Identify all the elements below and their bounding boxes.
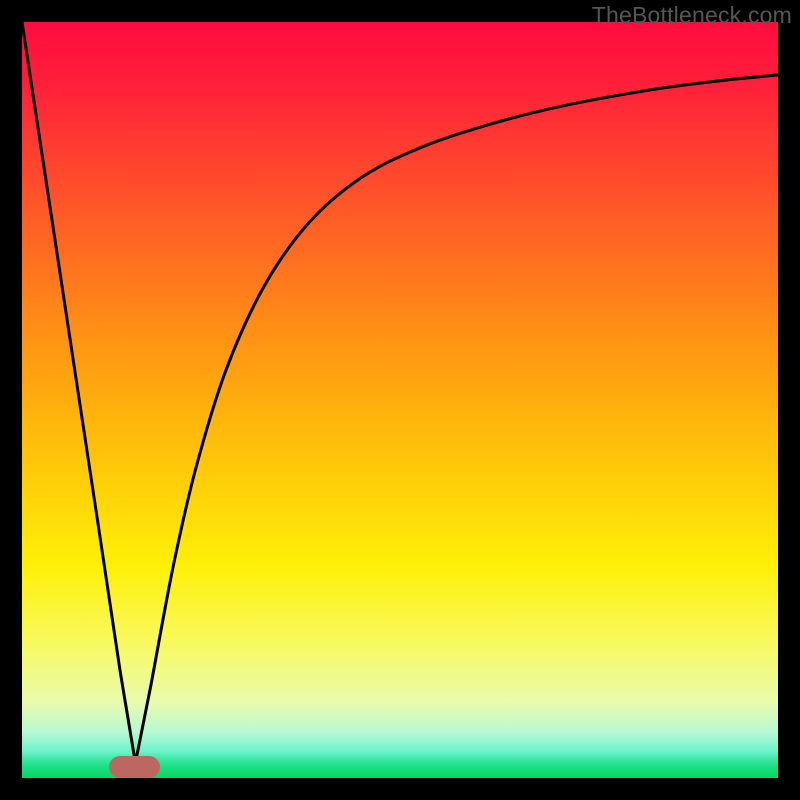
bottleneck-curve — [22, 22, 778, 778]
curve-left-descent — [22, 22, 135, 763]
optimal-well-marker — [109, 756, 160, 778]
watermark-text: TheBottleneck.com — [592, 2, 792, 29]
curve-right-ascent — [135, 75, 778, 763]
chart-frame: TheBottleneck.com — [0, 0, 800, 800]
